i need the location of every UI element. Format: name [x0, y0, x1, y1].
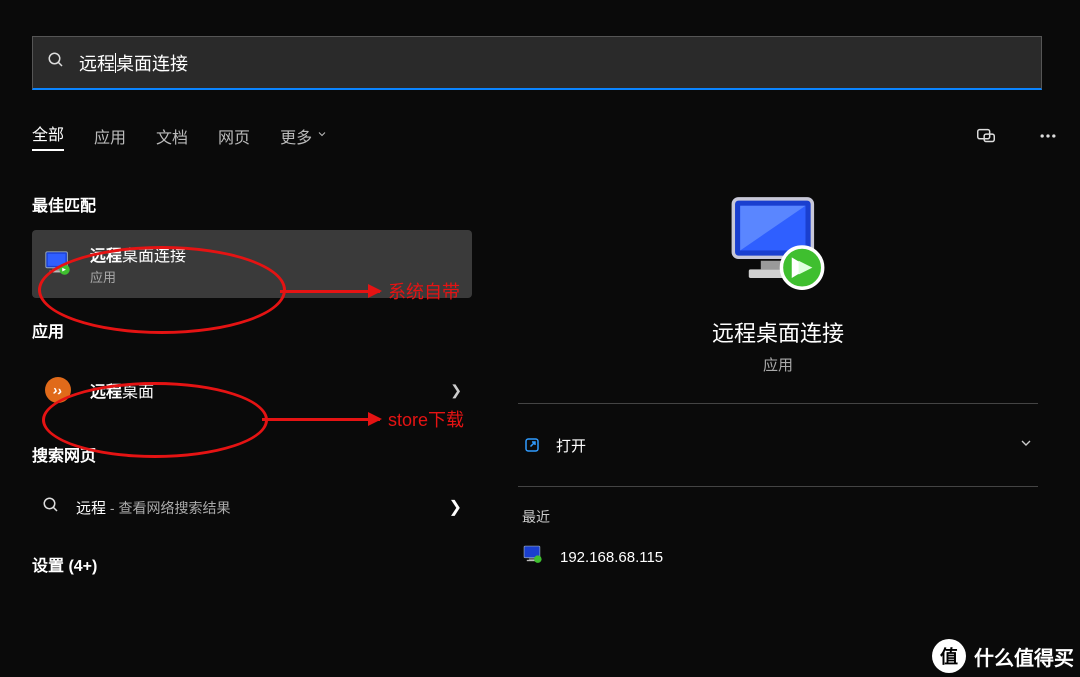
tab-web[interactable]: 网页: [218, 124, 250, 148]
section-settings[interactable]: 设置 (4+): [32, 552, 472, 576]
watermark-badge: 值: [932, 639, 966, 673]
more-icon[interactable]: [1032, 120, 1064, 152]
chevron-right-icon: ❯: [450, 382, 462, 399]
web-search-label: 远程 - 查看网络搜索结果: [76, 497, 433, 518]
divider: [518, 486, 1038, 487]
section-web: 搜索网页: [32, 442, 472, 466]
tab-all[interactable]: 全部: [32, 121, 64, 151]
rdp-monitor-icon: [42, 248, 74, 280]
rdp-monitor-icon: [522, 544, 544, 570]
annotation-label-store: store下载: [388, 406, 464, 432]
search-icon: [42, 496, 60, 519]
tab-more[interactable]: 更多: [280, 124, 328, 148]
recent-item-label: 192.168.68.115: [560, 549, 663, 566]
section-best-match: 最佳匹配: [32, 192, 472, 216]
watermark-text: 什么值得买: [974, 642, 1074, 671]
result-title: 远程桌面连接: [90, 242, 462, 266]
action-label: 打开: [556, 435, 1004, 456]
watermark: 值 什么值得买: [932, 639, 1074, 673]
chevron-right-icon: ❯: [449, 497, 462, 517]
chat-icon[interactable]: [970, 120, 1002, 152]
divider: [518, 403, 1038, 404]
tab-apps[interactable]: 应用: [94, 124, 126, 148]
open-external-icon: [522, 435, 542, 455]
detail-sub: 应用: [512, 354, 1044, 375]
result-title: 远程桌面: [90, 378, 450, 402]
remote-desktop-store-icon: ››: [42, 374, 74, 406]
annotation-label-builtin: 系统自带: [388, 278, 460, 304]
search-box[interactable]: 远程桌面连接: [32, 36, 1042, 90]
filter-tabs: 全部 应用 文档 网页 更多: [32, 120, 1064, 152]
rdp-monitor-icon: [718, 192, 838, 302]
result-web-search[interactable]: 远程 - 查看网络搜索结果 ❯: [32, 480, 472, 534]
chevron-down-icon[interactable]: [1018, 435, 1034, 456]
recent-heading: 最近: [522, 507, 1044, 527]
recent-item[interactable]: 192.168.68.115: [512, 535, 1044, 579]
search-text: 远程桌面连接: [79, 50, 188, 76]
chevron-down-icon: [316, 127, 328, 145]
detail-title: 远程桌面连接: [512, 316, 1044, 348]
section-apps: 应用: [32, 318, 472, 342]
tab-docs[interactable]: 文档: [156, 124, 188, 148]
action-open[interactable]: 打开: [512, 418, 1044, 472]
search-icon: [47, 51, 65, 74]
detail-pane: 远程桌面连接 应用 打开 最近: [512, 182, 1064, 590]
